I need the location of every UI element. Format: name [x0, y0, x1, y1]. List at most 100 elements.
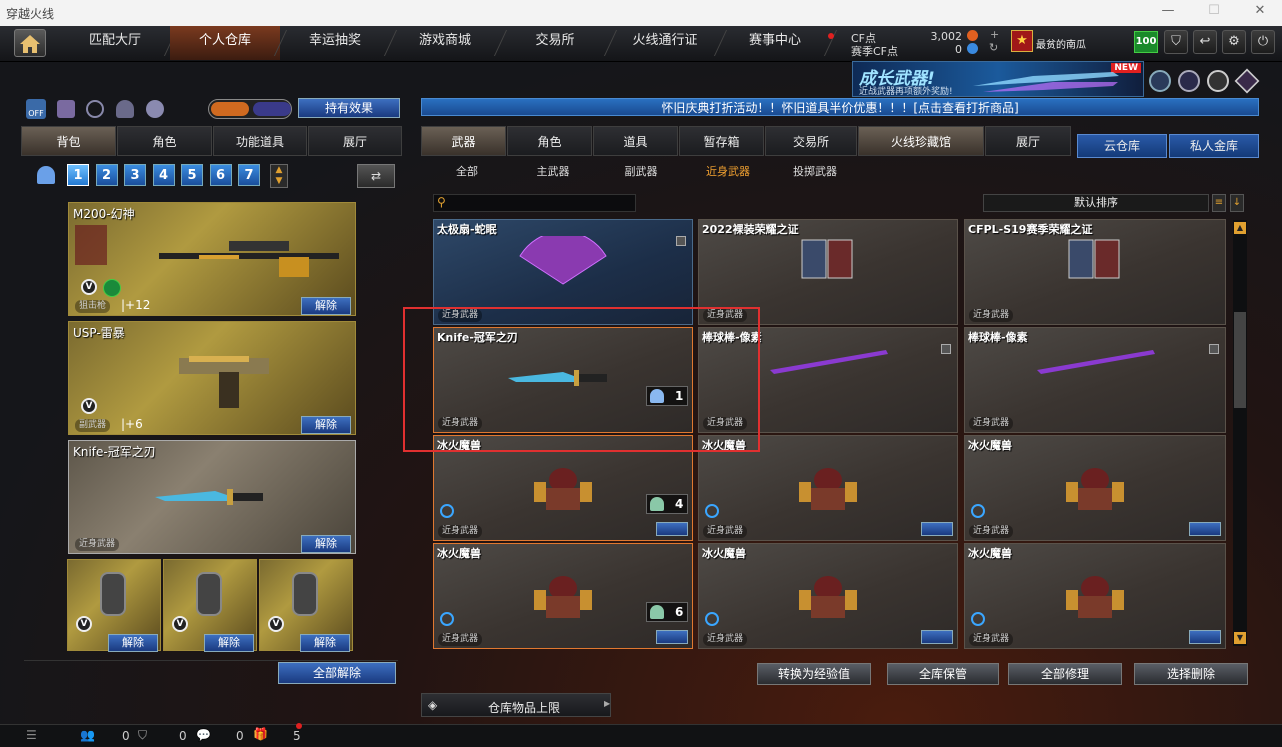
badge-icon-1[interactable]	[1149, 70, 1171, 92]
cloud-tab[interactable]: 私人金库	[1169, 134, 1259, 158]
unequip-button[interactable]: 解除	[301, 297, 351, 315]
promo-banner[interactable]: 成长武器! 近战武器再项额外奖励! NEW	[852, 61, 1144, 97]
scroll-down-icon[interactable]: ▼	[1234, 632, 1246, 644]
bag-number-button[interactable]: 4	[152, 164, 175, 186]
unequip-button[interactable]: 解除	[204, 634, 254, 652]
sub-tab[interactable]: 全部	[432, 160, 502, 184]
chat-icon[interactable]: 💬	[196, 728, 211, 742]
grenade-icon[interactable]	[146, 100, 164, 118]
scroll-thumb[interactable]	[1234, 312, 1246, 408]
sub-tab[interactable]: 副武器	[606, 160, 676, 184]
refresh-icon[interactable]: ↻	[989, 41, 998, 54]
right-tab[interactable]: 道具	[593, 126, 678, 156]
right-tab[interactable]: 武器	[421, 126, 506, 156]
search-input[interactable]: ⚲	[433, 194, 636, 212]
slot-grenade[interactable]: V 解除	[67, 559, 161, 652]
unequip-button[interactable]: 解除	[300, 634, 350, 652]
nav-tab[interactable]: 个人仓库	[170, 26, 280, 60]
bag-number-button[interactable]: 3	[124, 164, 146, 186]
minimize-button[interactable]: —	[1158, 3, 1178, 21]
add-cf-icon[interactable]: +	[990, 28, 999, 41]
slot-grenade[interactable]: V 解除	[163, 559, 257, 652]
badge-icon-3[interactable]	[1207, 70, 1229, 92]
right-tab[interactable]: 交易所	[765, 126, 857, 156]
nav-tab[interactable]: 火线通行证	[610, 26, 720, 60]
item-card[interactable]: 棒球棒-像素 近身武器	[964, 327, 1226, 433]
right-tab[interactable]: 展厅	[985, 126, 1071, 156]
right-tab[interactable]: 火线珍藏馆	[858, 126, 984, 156]
bag-number-button[interactable]: 7	[238, 164, 260, 186]
right-tab[interactable]: 角色	[507, 126, 592, 156]
checkered-flag-icon[interactable]	[1189, 630, 1221, 644]
badge-icon-2[interactable]	[1178, 70, 1200, 92]
item-card[interactable]: 冰火魔兽 近身武器	[698, 543, 958, 649]
left-tab[interactable]: 展厅	[308, 126, 402, 156]
slot-primary[interactable]: M200-幻神 V 狙击枪 |+12 解除	[68, 202, 356, 316]
action-button[interactable]: 全部修理	[1008, 663, 1122, 685]
item-card[interactable]: 冰火魔兽 近身武器 6	[433, 543, 693, 649]
power-icon[interactable]: ⏻	[1251, 30, 1275, 54]
action-button[interactable]: 转换为经验值	[757, 663, 871, 685]
nav-tab[interactable]: 交易所	[500, 26, 610, 60]
item-card[interactable]: CFPL-S19赛季荣耀之证 近身武器	[964, 219, 1226, 325]
sub-tab[interactable]: 主武器	[518, 160, 588, 184]
slot-secondary[interactable]: USP-雷暴 V 副武器 |+6 解除	[68, 321, 356, 435]
unequip-button[interactable]: 解除	[301, 416, 351, 434]
scroll-up-icon[interactable]: ▲	[1234, 222, 1246, 234]
gift-icon[interactable]: 🎁	[253, 727, 268, 741]
slot-melee[interactable]: Knife-冠军之刃 近身武器 解除	[68, 440, 356, 554]
friends-icon[interactable]: 👥	[80, 728, 95, 742]
list-view-icon[interactable]: ≡	[1212, 194, 1226, 212]
action-button[interactable]: 选择删除	[1134, 663, 1248, 685]
checkered-flag-icon[interactable]	[921, 522, 953, 536]
unequip-button[interactable]: 解除	[301, 535, 351, 553]
gear-icon[interactable]: ⚙	[1222, 30, 1246, 54]
bag-number-button[interactable]: 5	[181, 164, 203, 186]
notice-bar[interactable]: 怀旧庆典打折活动！！怀旧道具半价优惠！！！[点击查看打折商品]	[421, 98, 1259, 116]
cloud-tab[interactable]: 云仓库	[1077, 134, 1167, 158]
home-button[interactable]	[14, 29, 46, 57]
checkered-flag-icon[interactable]	[921, 630, 953, 644]
unequip-all-button[interactable]: 全部解除	[278, 662, 396, 684]
sub-tab[interactable]: 近身武器	[693, 160, 763, 184]
level-badge[interactable]: 100	[1134, 31, 1158, 53]
sort-dropdown[interactable]: 默认排序	[983, 194, 1209, 212]
right-tab[interactable]: 暂存箱	[679, 126, 764, 156]
bag-number-button[interactable]: 2	[95, 164, 118, 186]
cycle-icon[interactable]	[86, 100, 104, 118]
close-button[interactable]: ✕	[1250, 3, 1270, 21]
clan-icon[interactable]: ⛉	[138, 728, 147, 743]
sort-direction-icon[interactable]: ↓	[1230, 194, 1244, 212]
slot-grenade[interactable]: V 解除	[259, 559, 353, 652]
checkered-flag-icon[interactable]	[656, 630, 688, 644]
nav-tab[interactable]: 赛事中心	[720, 26, 830, 60]
nav-tab[interactable]: 匹配大厅	[60, 26, 170, 60]
nav-tab[interactable]: 幸运抽奖	[280, 26, 390, 60]
left-tab[interactable]: 背包	[21, 126, 116, 156]
bag-number-button[interactable]: 1	[67, 164, 89, 186]
view-toggle[interactable]	[208, 99, 292, 119]
scrollbar[interactable]: ▲ ▼	[1233, 220, 1247, 646]
off-toggle-icon[interactable]: OFF	[26, 99, 46, 119]
swap-icon[interactable]: ⇄	[357, 164, 395, 188]
chart-icon[interactable]	[57, 100, 75, 118]
left-tab[interactable]: 角色	[117, 126, 212, 156]
unequip-button[interactable]: 解除	[108, 634, 158, 652]
action-button[interactable]: 全库保管	[887, 663, 999, 685]
menu-icon[interactable]: ☰	[26, 728, 37, 742]
item-card[interactable]: 冰火魔兽 近身武器	[964, 543, 1226, 649]
maximize-button[interactable]: ☐	[1204, 3, 1224, 21]
checkered-flag-icon[interactable]	[656, 522, 688, 536]
checkered-flag-icon[interactable]	[1189, 522, 1221, 536]
return-icon[interactable]: ↩	[1193, 30, 1217, 54]
item-card[interactable]: 冰火魔兽 近身武器	[964, 435, 1226, 541]
nav-tab[interactable]: 游戏商城	[390, 26, 500, 60]
person-icon[interactable]	[116, 100, 134, 118]
storage-limit-bar[interactable]: ◈ 仓库物品上限 ▶	[421, 693, 611, 717]
effect-button[interactable]: 持有效果	[298, 98, 400, 118]
left-tab[interactable]: 功能道具	[213, 126, 307, 156]
shield-icon[interactable]: ⛉	[1164, 30, 1188, 54]
bag-number-button[interactable]: 6	[209, 164, 232, 186]
bag-arrows-icon[interactable]: ▲ ▼	[270, 164, 288, 188]
sub-tab[interactable]: 投掷武器	[780, 160, 850, 184]
